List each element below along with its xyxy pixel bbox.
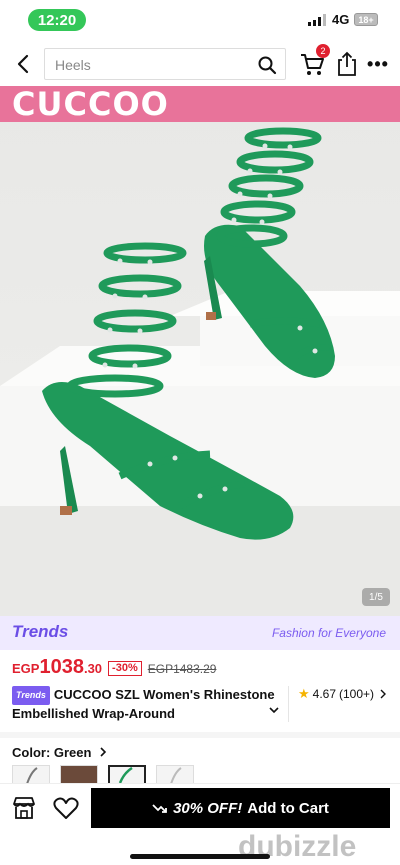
battery-icon: 18+ [354, 13, 378, 26]
trends-badge: Trends [12, 686, 50, 706]
discount-text: 30% OFF! [173, 799, 243, 817]
color-label-text: Color: Green [12, 745, 92, 760]
chevron-right-icon [100, 747, 107, 757]
more-options-icon[interactable]: ••• [364, 50, 392, 78]
product-title: Trends CUCCOO SZL Women's Rhinestone Embe… [12, 686, 287, 722]
chevron-left-icon [17, 54, 29, 74]
chevron-right-icon [380, 689, 387, 699]
bottom-action-bar: 30% OFF! Add to Cart dubizzle [0, 783, 400, 865]
color-selector-label[interactable]: Color: Green [12, 745, 107, 760]
search-icon[interactable] [257, 55, 277, 75]
product-image[interactable]: CUCCOO 1/5 [0, 86, 400, 616]
rating-summary[interactable]: ★ 4.67 (100+) [298, 686, 387, 702]
add-to-cart-label: Add to Cart [247, 799, 329, 817]
app-root: 12:20 4G 18+ Heels 2 ••• CUCCOO 1/5 Tren… [0, 0, 400, 865]
brand-banner: CUCCOO [0, 86, 400, 122]
color-swatch[interactable] [12, 765, 50, 785]
trends-logo: Trends [12, 622, 69, 641]
heart-icon[interactable] [52, 794, 80, 822]
section-divider [0, 732, 400, 738]
product-illustration [0, 127, 400, 616]
search-header: Heels 2 ••• [0, 42, 400, 86]
rating-value: 4.67 [312, 687, 337, 701]
back-button[interactable] [10, 51, 36, 77]
network-label: 4G [332, 12, 350, 27]
brand-name: CUCCOO [12, 86, 169, 123]
price-amount: 1038 [39, 656, 84, 678]
chevron-down-icon[interactable] [269, 706, 279, 714]
signal-icon [308, 14, 326, 26]
color-swatch[interactable] [156, 765, 194, 785]
trends-banner[interactable]: Trends Fashion for Everyone [0, 616, 400, 650]
status-bar: 12:20 4G 18+ [0, 0, 400, 40]
divider [288, 686, 289, 722]
search-input[interactable]: Heels [44, 48, 286, 80]
trends-tagline: Fashion for Everyone [271, 626, 386, 640]
price-decimals: .30 [83, 661, 103, 676]
image-counter: 1/5 [362, 588, 390, 606]
price-row: EGP 1038 .30 -30% EGP1483.29 [12, 656, 216, 682]
status-time: 12:20 [28, 9, 86, 31]
trend-down-icon [152, 804, 167, 813]
color-swatch[interactable] [60, 765, 98, 785]
product-title-text: CUCCOO SZL Women's Rhinestone Embellishe… [12, 687, 275, 722]
price-currency: EGP [12, 661, 40, 676]
color-swatch-selected[interactable] [108, 765, 146, 785]
store-icon[interactable] [10, 794, 38, 822]
home-indicator[interactable] [130, 854, 270, 859]
discount-badge: -30% [108, 661, 142, 676]
product-title-area[interactable]: Trends CUCCOO SZL Women's Rhinestone Embe… [12, 686, 287, 722]
search-placeholder: Heels [55, 57, 91, 73]
color-swatches [12, 765, 194, 785]
add-to-cart-button[interactable]: 30% OFF! Add to Cart [91, 788, 390, 828]
review-count: (100+) [339, 687, 375, 701]
cart-count-badge: 2 [316, 44, 330, 58]
share-icon[interactable] [334, 50, 360, 78]
star-icon: ★ [298, 686, 310, 701]
original-price: EGP1483.29 [147, 662, 217, 676]
